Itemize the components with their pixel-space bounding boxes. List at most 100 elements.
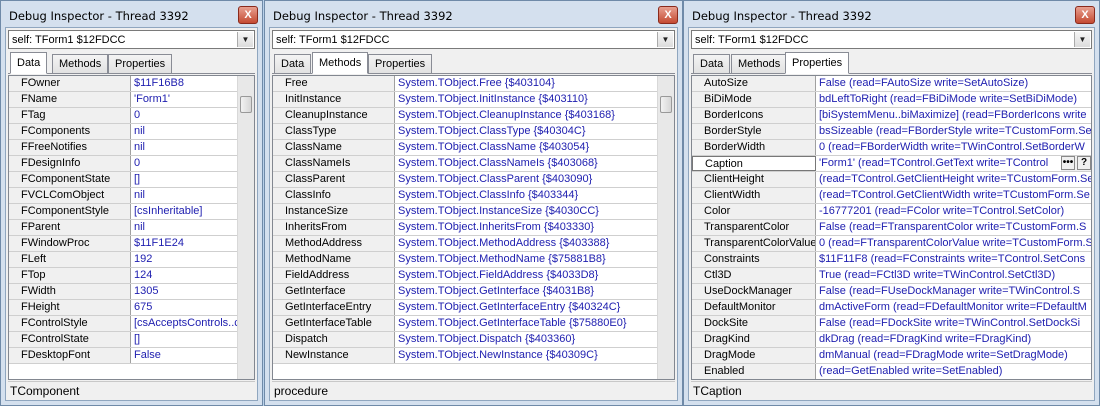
grid-row[interactable]: ClassName System.TObject.ClassName {$4030… xyxy=(273,140,657,156)
grid-row[interactable]: BiDiMode bdLeftToRight (read=FBiDiMode wr… xyxy=(692,92,1091,108)
chevron-down-icon[interactable]: ▼ xyxy=(1074,32,1090,47)
tab-data[interactable]: Data xyxy=(274,54,312,74)
grid-row[interactable]: ClassType System.TObject.ClassType {$4030… xyxy=(273,124,657,140)
tab-methods[interactable]: Methods xyxy=(731,54,788,74)
vertical-scrollbar[interactable] xyxy=(657,76,674,379)
ellipsis-button[interactable]: ••• xyxy=(1061,156,1075,170)
grid-row[interactable]: BorderIcons [biSystemMenu..biMaximize] (r… xyxy=(692,108,1091,124)
grid-row[interactable]: FComponentState[] xyxy=(9,172,237,188)
grid-row[interactable]: InheritsFrom System.TObject.InheritsFrom … xyxy=(273,220,657,236)
grid-row[interactable]: InitInstance System.TObject.InitInstance … xyxy=(273,92,657,108)
grid-row[interactable]: FOwner $11F16B8 xyxy=(9,76,237,92)
grid-row[interactable]: CleanupInstance System.TObject.CleanupIns… xyxy=(273,108,657,124)
grid-row[interactable]: FControlStyle [csAcceptsControls..c xyxy=(9,316,237,332)
grid-row[interactable]: FDesktopFont False xyxy=(9,348,237,364)
row-name: ClassNameIs xyxy=(273,156,395,171)
expression-combo[interactable]: self: TForm1 $12FDCC ▼ xyxy=(691,30,1092,49)
grid-row[interactable]: DragMode dmManual (read=FDragMode write=S… xyxy=(692,348,1091,364)
grid-row[interactable]: FComponentStyle [csInheritable] xyxy=(9,204,237,220)
grid-row[interactable]: TransparentColorValue 0 (read=FTransparen… xyxy=(692,236,1091,252)
property-grid[interactable]: AutoSize False (read=FAutoSize write=SetA… xyxy=(691,75,1092,380)
grid-row[interactable]: NewInstance System.TObject.NewInstance {$… xyxy=(273,348,657,364)
scrollbar-thumb[interactable] xyxy=(240,96,252,113)
method-grid[interactable]: Free System.TObject.Free {$403104} InitIns… xyxy=(272,75,675,380)
grid-row[interactable]: ClientHeight (read=TControl.GetClientHeig… xyxy=(692,172,1091,188)
grid-row[interactable]: AutoSize False (read=FAutoSize write=SetA… xyxy=(692,76,1091,92)
title-bar[interactable]: Debug Inspector - Thread 3392 X xyxy=(269,5,678,27)
grid-row[interactable]: ClassInfo System.TObject.ClassInfo {$4033… xyxy=(273,188,657,204)
row-name: Free xyxy=(273,76,395,91)
row-name: BorderStyle xyxy=(692,124,816,139)
debug-inspector-window-data: Debug Inspector - Thread 3392 X self: TF… xyxy=(0,0,263,406)
grid-row[interactable]: ClassNameIs System.TObject.ClassNameIs {$… xyxy=(273,156,657,172)
grid-row[interactable]: FParent nil xyxy=(9,220,237,236)
grid-row[interactable]: FHeight 675 xyxy=(9,300,237,316)
grid-row[interactable]: Constraints $11F11F8 (read=FConstraints w… xyxy=(692,252,1091,268)
grid-row[interactable]: FLeft 192 xyxy=(9,252,237,268)
grid-row[interactable]: GetInterface System.TObject.GetInterface … xyxy=(273,284,657,300)
grid-row[interactable]: DockSite False (read=FDockSite write=TWin… xyxy=(692,316,1091,332)
grid-row[interactable]: InstanceSize System.TObject.InstanceSize … xyxy=(273,204,657,220)
grid-row[interactable]: ClassParent System.TObject.ClassParent {$… xyxy=(273,172,657,188)
row-value: [] xyxy=(134,333,141,345)
row-value: $11F16B8 xyxy=(134,77,184,89)
grid-row[interactable]: BorderStyle bsSizeable (read=FBorderStyle… xyxy=(692,124,1091,140)
grid-row[interactable]: FTop 124 xyxy=(9,268,237,284)
tab-properties[interactable]: Properties xyxy=(108,54,173,74)
tab-properties[interactable]: Properties xyxy=(785,52,850,74)
grid-row[interactable]: Ctl3D True (read=FCtl3D write=TWinControl… xyxy=(692,268,1091,284)
property-grid[interactable]: FOwner $11F16B8 FName 'Form1' FTag 0 FComponen… xyxy=(8,75,255,380)
row-name: InitInstance xyxy=(273,92,395,107)
grid-row[interactable]: MethodAddress System.TObject.MethodAddres… xyxy=(273,236,657,252)
tab-methods[interactable]: Methods xyxy=(312,52,369,74)
grid-row[interactable]: Caption 'Form1' (read=TControl.GetText wr… xyxy=(692,156,1091,172)
grid-row[interactable]: FVCLComObject nil xyxy=(9,188,237,204)
chevron-down-icon[interactable]: ▼ xyxy=(657,32,673,47)
expression-combo[interactable]: self: TForm1 $12FDCC ▼ xyxy=(272,30,675,49)
grid-row[interactable]: BorderWidth 0 (read=FBorderWidth write=TW… xyxy=(692,140,1091,156)
vertical-scrollbar[interactable] xyxy=(237,76,254,379)
tab-properties[interactable]: Properties xyxy=(368,54,433,74)
grid-row[interactable]: FName 'Form1' xyxy=(9,92,237,108)
grid-row[interactable]: MethodName System.TObject.MethodName {$75… xyxy=(273,252,657,268)
inspector-body: self: TForm1 $12FDCC ▼ Data Methods Prop… xyxy=(688,27,1095,401)
grid-row[interactable]: DragKind dkDrag (read=FDragKind write=FDr… xyxy=(692,332,1091,348)
row-name: FTag xyxy=(9,108,131,123)
title-bar[interactable]: Debug Inspector - Thread 3392 X xyxy=(688,5,1095,27)
expression-combo[interactable]: self: TForm1 $12FDCC ▼ xyxy=(8,30,255,49)
grid-row[interactable]: Dispatch System.TObject.Dispatch {$403360… xyxy=(273,332,657,348)
grid-row[interactable]: Enabled (read=GetEnabled write=SetEnabled… xyxy=(692,364,1091,379)
window-title: Debug Inspector - Thread 3392 xyxy=(692,9,872,23)
close-button[interactable]: X xyxy=(1075,6,1095,24)
grid-row[interactable]: FWidth 1305 xyxy=(9,284,237,300)
grid-row[interactable]: FFreeNotifies nil xyxy=(9,140,237,156)
scrollbar-thumb[interactable] xyxy=(660,96,672,113)
grid-row[interactable]: FControlState[] xyxy=(9,332,237,348)
grid-row[interactable]: FTag 0 xyxy=(9,108,237,124)
grid-row[interactable]: FWindowProc $11F1E24 xyxy=(9,236,237,252)
grid-row[interactable]: DefaultMonitor dmActiveForm (read=FDefaul… xyxy=(692,300,1091,316)
grid-row[interactable]: FieldAddress System.TObject.FieldAddress … xyxy=(273,268,657,284)
tab-data[interactable]: Data xyxy=(693,54,731,74)
row-name: InstanceSize xyxy=(273,204,395,219)
help-button[interactable]: ? xyxy=(1077,156,1091,170)
grid-row[interactable]: Color -16777201 (read=FColor write=TContr… xyxy=(692,204,1091,220)
grid-row[interactable]: GetInterfaceEntry System.TObject.GetInter… xyxy=(273,300,657,316)
row-name: ClassParent xyxy=(273,172,395,187)
close-button[interactable]: X xyxy=(658,6,678,24)
tab-methods[interactable]: Methods xyxy=(52,54,109,74)
grid-row[interactable]: ClientWidth (read=TControl.GetClientWidth… xyxy=(692,188,1091,204)
row-value: False xyxy=(134,349,161,361)
row-name: DefaultMonitor xyxy=(692,300,816,315)
title-bar[interactable]: Debug Inspector - Thread 3392 X xyxy=(5,5,258,27)
grid-row[interactable]: FComponents nil xyxy=(9,124,237,140)
grid-row[interactable]: GetInterfaceTable System.TObject.GetInter… xyxy=(273,316,657,332)
grid-row[interactable]: TransparentColor False (read=FTransparent… xyxy=(692,220,1091,236)
close-button[interactable]: X xyxy=(238,6,258,24)
chevron-down-icon[interactable]: ▼ xyxy=(237,32,253,47)
grid-row[interactable]: Free System.TObject.Free {$403104} xyxy=(273,76,657,92)
grid-row[interactable]: UseDockManager False (read=FUseDockManage… xyxy=(692,284,1091,300)
grid-row[interactable]: FDesignInfo 0 xyxy=(9,156,237,172)
tab-data[interactable]: Data xyxy=(10,52,48,74)
row-value[interactable]: 'Form1' (read=TControl.GetText write=TCo… xyxy=(817,156,1059,171)
